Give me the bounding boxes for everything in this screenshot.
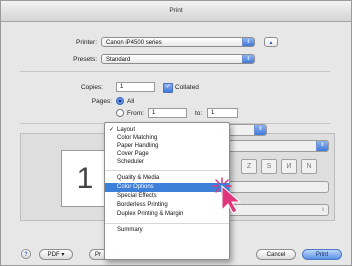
presets-popup[interactable]: Standard ⇕: [101, 54, 255, 64]
pages-from-label: From:: [127, 110, 144, 117]
copies-label: Copies:: [80, 84, 103, 91]
checkmark-icon: ✓: [165, 84, 171, 90]
click-pointer-icon: [212, 177, 242, 214]
window-title: Print: [169, 7, 183, 14]
preview-page-number: 1: [76, 162, 94, 195]
pdf-button[interactable]: PDF ▾: [39, 249, 73, 260]
menu-item-label: Color Options: [117, 184, 154, 190]
menu-item-label: Special Effects: [117, 193, 157, 199]
page-preview: 1: [61, 150, 109, 207]
printer-popup[interactable]: Canon iP4500 series ⇕: [101, 37, 255, 47]
printer-expand-button[interactable]: ▲: [264, 37, 278, 47]
help-button[interactable]: ?: [21, 249, 31, 259]
pages-from-radio[interactable]: [116, 109, 124, 117]
pages-to-field[interactable]: 1: [207, 108, 238, 118]
menu-item-label: Scheduler: [117, 159, 145, 165]
cancel-button[interactable]: Cancel: [256, 249, 296, 260]
menu-item-label: Cover Page: [117, 151, 149, 157]
popup-arrows-icon: ⇕: [242, 55, 254, 63]
menu-item-summary[interactable]: Summary: [105, 226, 229, 235]
menu-item-scheduler[interactable]: Scheduler: [105, 158, 229, 167]
presets-value: Standard: [106, 57, 131, 63]
menu-item-label: Layout: [117, 127, 136, 133]
arrow-cursor-icon: [221, 184, 242, 214]
printer-label: Printer:: [76, 39, 97, 46]
pages-all-radio[interactable]: [116, 97, 124, 105]
pages-all-label: All: [127, 98, 135, 105]
pages-from-field[interactable]: 1: [148, 108, 187, 118]
popup-arrows-icon: ⇕: [320, 207, 325, 213]
menu-item-label: Color Matching: [117, 135, 158, 141]
menu-item-label: Duplex Printing & Margin: [117, 211, 184, 217]
popup-arrows-icon: ⇕: [316, 141, 328, 151]
popup-arrows-icon: ⇕: [242, 38, 254, 46]
collated-label: Collated: [175, 84, 199, 91]
layout-direction-icon[interactable]: И: [281, 159, 297, 174]
pages-label: Pages:: [91, 98, 112, 105]
menu-separator: [105, 223, 229, 224]
menu-item-label: Summary: [117, 227, 143, 233]
collated-checkbox[interactable]: ✓: [163, 83, 173, 93]
layout-direction-icon[interactable]: N: [301, 159, 317, 174]
menu-item-label: Quality & Media: [117, 175, 160, 181]
layout-direction-icon[interactable]: S: [261, 159, 277, 174]
layout-direction-icon[interactable]: Z: [241, 159, 257, 174]
menu-item-label: Paper Handling: [117, 143, 159, 149]
menu-separator: [105, 170, 229, 171]
print-button[interactable]: Print: [302, 249, 342, 260]
disclosure-triangle-icon: ▲: [268, 40, 274, 46]
presets-label: Presets:: [73, 56, 97, 63]
divider: [20, 71, 330, 72]
copies-field[interactable]: 1: [116, 82, 155, 92]
popup-arrows-icon: ⇕: [254, 125, 266, 135]
menu-item-label: Borderless Printing: [117, 202, 168, 208]
background-popup[interactable]: ⇕: [223, 140, 329, 152]
pages-to-label: to:: [195, 110, 203, 117]
printer-value: Canon iP4500 series: [106, 40, 162, 46]
title-bar: Print: [1, 1, 351, 22]
